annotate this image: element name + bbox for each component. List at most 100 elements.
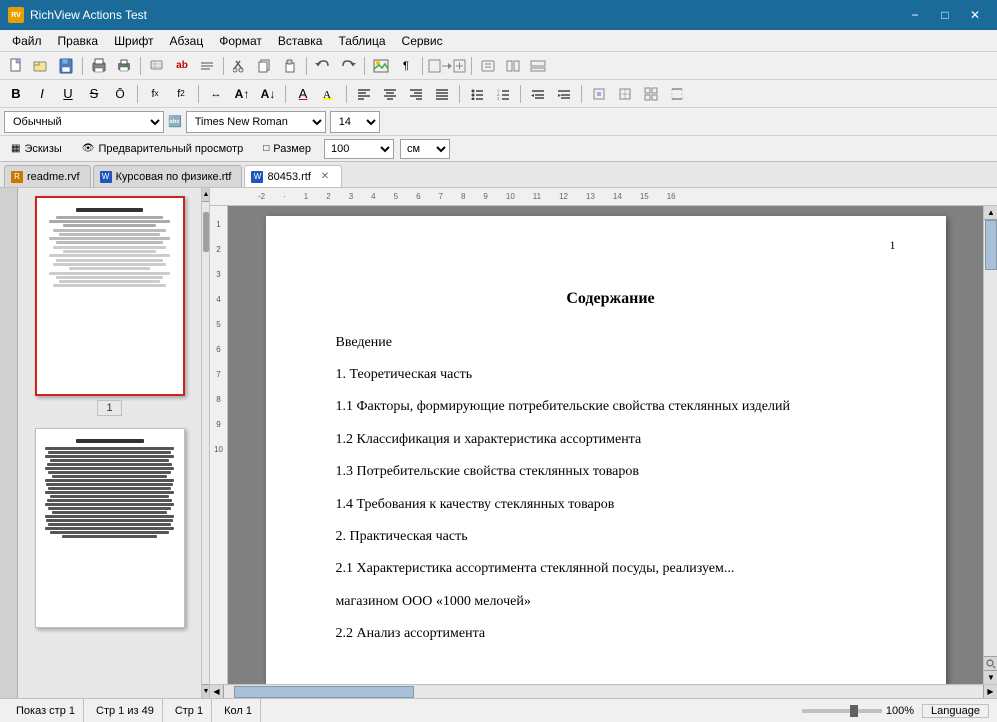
tab-80453[interactable]: W 80453.rtf ✕	[244, 165, 341, 187]
menu-font[interactable]: Шрифт	[106, 30, 161, 51]
doc-scroll[interactable]: 1 Содержание Введение 1. Теоретическая ч…	[228, 206, 983, 684]
document-area: -2 · 1 2 3 4 5 6 7 8 9 10 11 12 13 14 15…	[210, 188, 997, 698]
paste-button[interactable]	[278, 55, 302, 77]
arrow-left-button[interactable]: ↔	[204, 83, 228, 105]
zoom-select[interactable]: 100	[324, 139, 394, 159]
menu-paragraph[interactable]: Абзац	[162, 30, 212, 51]
zoom-slider[interactable]	[802, 709, 882, 713]
tab-physics[interactable]: W Курсовая по физике.rtf	[93, 165, 243, 187]
extra2-button[interactable]	[501, 55, 525, 77]
redo-button[interactable]	[336, 55, 360, 77]
special-char-button[interactable]: ¶	[394, 55, 418, 77]
copy-button[interactable]	[253, 55, 277, 77]
border-button2[interactable]	[613, 83, 637, 105]
ruler-mark: 6	[416, 192, 420, 201]
border-button1[interactable]	[587, 83, 611, 105]
doc-body: 1 2 3 4 5 6 7 8 9 10 1 Содержание Введен…	[210, 206, 997, 684]
status-language[interactable]: Language	[922, 704, 989, 718]
vertical-scrollbar[interactable]: ▲ ▼	[983, 206, 997, 684]
minimize-button[interactable]: −	[901, 4, 929, 26]
menu-table[interactable]: Таблица	[330, 30, 393, 51]
search-icon-button[interactable]	[984, 656, 997, 670]
tab-readme[interactable]: R readme.rvf	[4, 165, 91, 187]
style-font-toolbar: Обычный 🔤 Times New Roman 14	[0, 108, 997, 136]
font-decrease-button[interactable]: A↓	[256, 83, 280, 105]
font-color-button[interactable]: A	[291, 83, 315, 105]
scroll-left-arrow[interactable]: ◀	[210, 685, 224, 699]
align-right-button[interactable]	[404, 83, 428, 105]
tab-icon-readme: R	[11, 171, 23, 183]
scroll-right-arrow[interactable]: ▶	[983, 685, 997, 699]
v-ruler-mark: 8	[216, 395, 220, 404]
tb3[interactable]	[145, 55, 169, 77]
preview-button[interactable]: 👁 Предварительный просмотр	[75, 140, 250, 158]
thumbnail-1-container[interactable]: 1	[35, 196, 185, 416]
indent-decrease-button[interactable]	[526, 83, 550, 105]
thumb-scroll-down[interactable]: ▼	[202, 684, 210, 698]
overline-button[interactable]: Ō	[108, 83, 132, 105]
indent-increase-button[interactable]	[552, 83, 576, 105]
extra3-button[interactable]	[526, 55, 550, 77]
status-col2: Кол 1	[216, 699, 261, 722]
doc-section-intro: Введение	[336, 332, 886, 354]
size-button[interactable]: □ Размер	[256, 140, 318, 158]
undo-button[interactable]	[311, 55, 335, 77]
ruler-marks: -2 · 1 2 3 4 5 6 7 8 9 10 11 12 13 14 15…	[256, 192, 694, 201]
print-preview-button[interactable]	[87, 55, 111, 77]
font-select[interactable]: Times New Roman	[186, 111, 326, 133]
page-number: 1	[890, 236, 896, 255]
extra1-button[interactable]	[476, 55, 500, 77]
size-select[interactable]: 14	[330, 111, 380, 133]
tb4[interactable]: ab	[170, 55, 194, 77]
underline-button[interactable]: U	[56, 83, 80, 105]
toolbar-separator-7	[471, 57, 472, 75]
menu-edit[interactable]: Правка	[50, 30, 107, 51]
image-button[interactable]	[369, 55, 393, 77]
thumbnail-scrollbar[interactable]: ▲ ▼	[201, 188, 209, 698]
bold-button[interactable]: B	[4, 83, 28, 105]
status-show-page: Показ стр 1	[8, 699, 84, 722]
horizontal-scrollbar[interactable]: ◀ ▶	[210, 684, 997, 698]
tab-close-80453[interactable]: ✕	[319, 171, 331, 183]
open-button[interactable]	[29, 55, 53, 77]
titlebar-left: RV RichView Actions Test	[8, 7, 147, 23]
formula2-button[interactable]: f2	[169, 83, 193, 105]
highlight-button[interactable]: A	[317, 83, 341, 105]
thumb-scroll-thumb	[203, 212, 209, 252]
v-ruler-mark: 6	[216, 345, 220, 354]
style-select[interactable]: Обычный	[4, 111, 164, 133]
maximize-button[interactable]: □	[931, 4, 959, 26]
toolbar-separator-6	[422, 57, 423, 75]
status-page-count: Стр 1 из 49	[88, 699, 163, 722]
menu-file[interactable]: Файл	[4, 30, 50, 51]
border-button3[interactable]	[639, 83, 663, 105]
align-center-button[interactable]	[378, 83, 402, 105]
list-bullet-button[interactable]	[465, 83, 489, 105]
save-button[interactable]	[54, 55, 78, 77]
formula1-button[interactable]: fx	[143, 83, 167, 105]
thumbnails-button[interactable]: ▦ Эскизы	[4, 140, 69, 158]
h-scroll-thumb	[234, 686, 414, 698]
scroll-up-arrow[interactable]: ▲	[984, 206, 997, 220]
cut-button[interactable]	[228, 55, 252, 77]
border-button4[interactable]	[665, 83, 689, 105]
tb5[interactable]	[195, 55, 219, 77]
italic-button[interactable]: I	[30, 83, 54, 105]
print-button[interactable]	[112, 55, 136, 77]
align-left-button[interactable]	[352, 83, 376, 105]
thumbnail-2-container[interactable]	[35, 428, 185, 628]
menu-format[interactable]: Формат	[211, 30, 270, 51]
zoom-in-button[interactable]	[427, 55, 467, 77]
menu-insert[interactable]: Вставка	[270, 30, 331, 51]
thumb-scroll-up[interactable]: ▲	[202, 188, 210, 202]
new-button[interactable]	[4, 55, 28, 77]
unit-select[interactable]: см	[400, 139, 450, 159]
list-numbered-button[interactable]: 1.2.3.	[491, 83, 515, 105]
align-justify-button[interactable]	[430, 83, 454, 105]
toolbar-separator-1	[82, 57, 83, 75]
font-increase-button[interactable]: A↑	[230, 83, 254, 105]
strikethrough-button[interactable]: S	[82, 83, 106, 105]
close-button[interactable]: ✕	[961, 4, 989, 26]
menu-service[interactable]: Сервис	[394, 30, 451, 51]
scroll-down-arrow[interactable]: ▼	[984, 670, 997, 684]
